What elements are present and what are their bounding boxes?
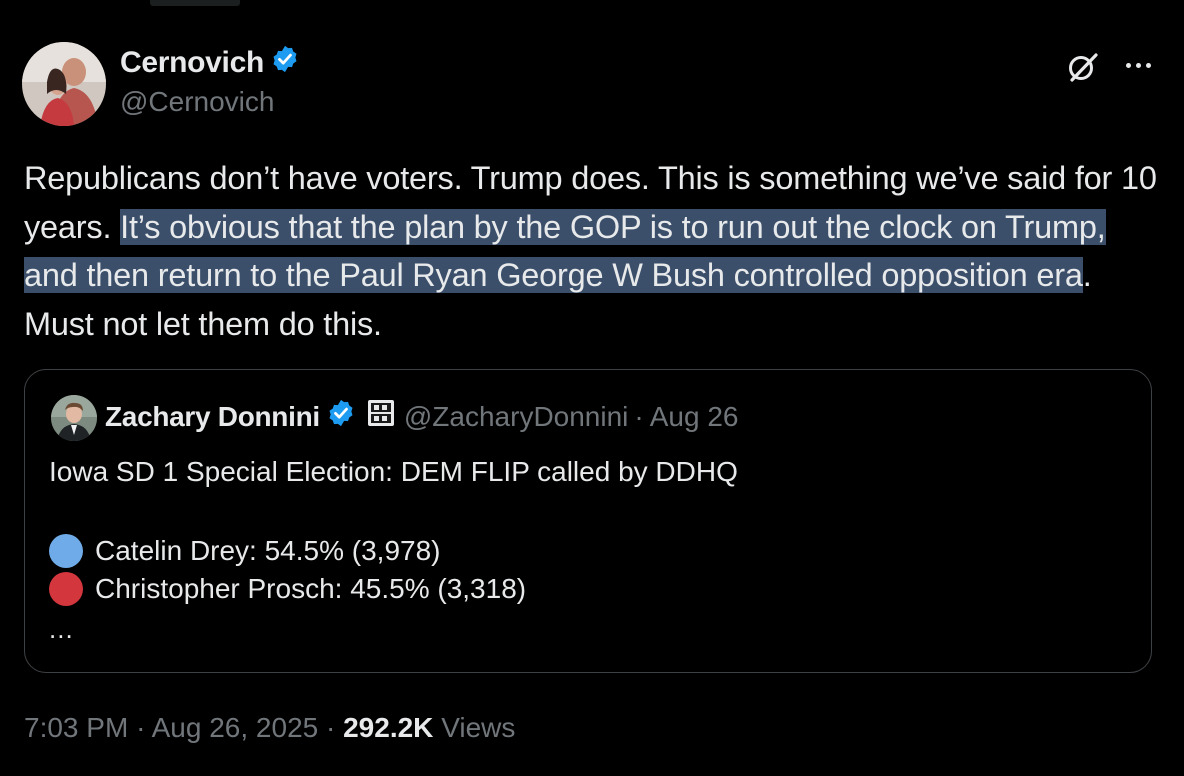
quote-text-line: Iowa SD 1 Special Election: DEM FLIP cal… bbox=[49, 456, 738, 487]
ddhq-logo-icon bbox=[367, 400, 394, 433]
tweet-text: Republicans don’t have voters. Trump doe… bbox=[24, 154, 1164, 348]
views-count[interactable]: 292.2K bbox=[343, 712, 433, 743]
tweet-date[interactable]: Aug 26, 2025 bbox=[152, 712, 319, 743]
previous-post-edge bbox=[150, 0, 240, 6]
meta-separator: · bbox=[326, 712, 336, 743]
quote-header: Zachary Donnini @ZacharyDonnini · Aug 26 bbox=[105, 398, 738, 435]
views-label: Views bbox=[441, 712, 516, 743]
quote-author-handle[interactable]: @ZacharyDonnini bbox=[404, 401, 629, 433]
tweet-time[interactable]: 7:03 PM bbox=[24, 712, 128, 743]
author-name-row[interactable]: Cernovich bbox=[120, 44, 300, 82]
quoted-tweet-card[interactable]: Zachary Donnini @ZacharyDonnini · Aug 26… bbox=[24, 369, 1152, 673]
author-avatar[interactable] bbox=[22, 42, 106, 126]
result-row-prosch: Christopher Prosch: 45.5% (3,318) bbox=[49, 572, 526, 606]
grok-icon[interactable] bbox=[1066, 50, 1100, 84]
verified-badge-icon bbox=[326, 398, 356, 435]
quote-header-separator: · bbox=[634, 400, 644, 432]
result-row-drey: Catelin Drey: 54.5% (3,978) bbox=[49, 534, 441, 568]
quote-truncation: ... bbox=[49, 614, 74, 644]
quote-author-name[interactable]: Zachary Donnini bbox=[105, 401, 320, 433]
verified-badge-icon bbox=[270, 44, 300, 82]
red-circle-icon bbox=[49, 572, 83, 606]
more-options-icon[interactable] bbox=[1120, 50, 1156, 80]
meta-separator: · bbox=[136, 712, 146, 743]
result-text: Catelin Drey: 54.5% (3,978) bbox=[95, 535, 441, 566]
tweet-text-selection: It’s obvious that the plan by the GOP is… bbox=[24, 208, 1106, 293]
blue-circle-icon bbox=[49, 534, 83, 568]
author-handle[interactable]: @Cernovich bbox=[120, 86, 274, 118]
author-name[interactable]: Cernovich bbox=[120, 46, 264, 80]
quote-date[interactable]: Aug 26 bbox=[650, 401, 739, 433]
tweet-metadata: 7:03 PM · Aug 26, 2025 · 292.2K Views bbox=[24, 712, 515, 744]
quote-author-avatar[interactable] bbox=[51, 395, 97, 441]
result-text: Christopher Prosch: 45.5% (3,318) bbox=[95, 573, 527, 604]
